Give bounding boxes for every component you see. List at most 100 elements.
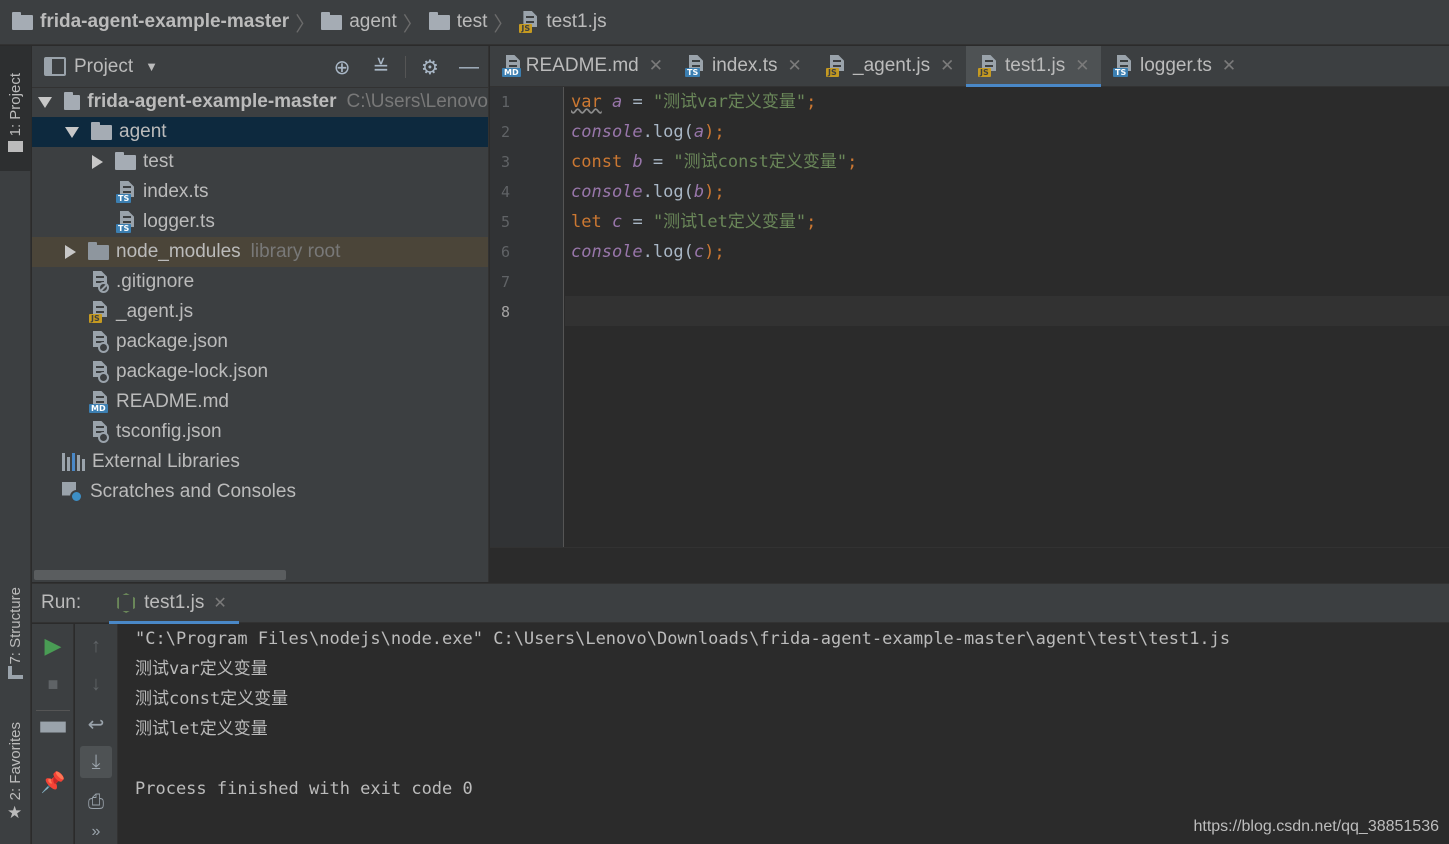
- breadcrumb-label: frida-agent-example-master: [40, 11, 290, 32]
- hide-icon[interactable]: —: [456, 54, 482, 80]
- close-icon[interactable]: ✕: [1222, 56, 1236, 76]
- nodejs-icon: [117, 593, 136, 613]
- breadcrumb-item-file[interactable]: JS test1.js: [519, 11, 607, 33]
- tree-item-package-lock-json[interactable]: package-lock.json: [32, 357, 488, 387]
- tab-project[interactable]: 1: Project: [0, 46, 31, 171]
- chevron-down-icon[interactable]: ▼: [145, 59, 158, 74]
- editor-footer: [490, 547, 1449, 582]
- code-line-5: let c = "测试let定义变量";: [571, 212, 817, 232]
- tree-item-node-modules[interactable]: node_modules library root: [32, 237, 488, 267]
- json-file-icon: [89, 421, 109, 443]
- code-line-3: const b = "测试const定义变量";: [571, 152, 858, 172]
- tree-item-agent-js[interactable]: JS _agent.js: [32, 297, 488, 327]
- tab-favorites-label: 2: Favorites: [7, 721, 24, 801]
- breadcrumb-separator: 〉: [493, 13, 514, 36]
- folder-icon: [8, 141, 23, 152]
- gear-icon[interactable]: ⚙: [417, 54, 443, 80]
- pin-icon[interactable]: 📌: [37, 766, 69, 798]
- close-icon[interactable]: ✕: [787, 56, 801, 76]
- tree-item-label: .gitignore: [116, 271, 195, 292]
- tree-item-label: logger.ts: [143, 211, 215, 232]
- more-icon[interactable]: »: [80, 816, 112, 844]
- tree-item-label: External Libraries: [92, 451, 240, 472]
- line-number: 2: [500, 123, 510, 141]
- tree-item-label: agent: [119, 121, 167, 142]
- project-panel-title[interactable]: Project: [74, 56, 133, 78]
- tree-item-gitignore[interactable]: .gitignore: [32, 267, 488, 297]
- tree-item-external-libraries[interactable]: External Libraries: [32, 447, 488, 477]
- arrow-up-icon[interactable]: ↑: [80, 630, 112, 662]
- collapse-arrow-icon[interactable]: [65, 245, 76, 259]
- tab-readme[interactable]: MD README.md ✕: [490, 46, 673, 86]
- expand-arrow-icon[interactable]: [65, 126, 79, 138]
- breadcrumb-label: test1.js: [546, 11, 607, 32]
- tree-item-logger-ts[interactable]: TS logger.ts: [32, 207, 488, 237]
- watermark: https://blog.csdn.net/qq_38851536: [1193, 818, 1439, 835]
- current-line-highlight: [565, 296, 1449, 326]
- tab-label: logger.ts: [1140, 55, 1212, 76]
- json-file-icon: [89, 361, 109, 383]
- ts-file-icon: TS: [116, 181, 136, 203]
- console-line: Process finished with exit code 0: [135, 779, 473, 799]
- close-icon[interactable]: ✕: [649, 56, 663, 76]
- locate-icon[interactable]: ⊕: [329, 54, 355, 80]
- console-output[interactable]: [118, 624, 1449, 844]
- console-line: 测试const定义变量: [135, 689, 289, 709]
- breadcrumb-item-test[interactable]: test: [428, 11, 488, 33]
- stop-icon[interactable]: ■: [37, 668, 69, 700]
- tab-agent-js[interactable]: JS _agent.js ✕: [814, 46, 966, 86]
- tab-index-ts[interactable]: TS index.ts ✕: [673, 46, 814, 86]
- close-icon[interactable]: ✕: [940, 56, 954, 76]
- scroll-to-end-icon[interactable]: ⤓: [80, 746, 112, 778]
- code-line-4: console.log(b);: [571, 182, 725, 202]
- tree-item-agent[interactable]: agent: [32, 117, 488, 147]
- run-panel-header: Run: test1.js ✕: [32, 583, 1449, 624]
- line-number-gutter: 1 2 3 4 5 6 7 8: [490, 87, 564, 547]
- line-number: 4: [500, 183, 510, 201]
- rerun-icon[interactable]: ▶: [37, 630, 69, 662]
- close-icon[interactable]: ✕: [1075, 56, 1089, 76]
- tree-item-tsconfig[interactable]: tsconfig.json: [32, 417, 488, 447]
- line-number: 3: [500, 153, 510, 171]
- tree-item-package-json[interactable]: package.json: [32, 327, 488, 357]
- ignore-file-icon: [89, 271, 109, 293]
- tab-test1-js[interactable]: JS test1.js ✕: [966, 46, 1101, 87]
- tab-favorites[interactable]: 2: Favorites: [0, 711, 31, 811]
- run-toolbar-primary: ▶ ■ ▀▀ 📌: [32, 624, 74, 844]
- tab-logger-ts[interactable]: TS logger.ts ✕: [1101, 46, 1251, 86]
- soft-wrap-icon[interactable]: ↩: [80, 708, 112, 740]
- collapse-arrow-icon[interactable]: [92, 155, 103, 169]
- tree-item-label: frida-agent-example-master: [87, 91, 337, 112]
- layout-icon[interactable]: ▀▀: [37, 716, 69, 748]
- console-line: 测试let定义变量: [135, 719, 268, 739]
- tree-item-test[interactable]: test: [32, 147, 488, 177]
- breadcrumb-item-root[interactable]: frida-agent-example-master: [12, 11, 289, 33]
- tree-item-root[interactable]: frida-agent-example-master C:\Users\Leno…: [32, 87, 488, 117]
- close-icon[interactable]: ✕: [213, 593, 226, 613]
- star-icon: ★: [7, 803, 23, 822]
- line-number: 5: [500, 213, 510, 231]
- line-number: 7: [500, 273, 510, 291]
- print-icon[interactable]: ⎙: [80, 786, 112, 818]
- breadcrumb-label: test: [456, 11, 488, 32]
- ts-file-icon: TS: [685, 55, 705, 77]
- tree-item-hint: library root: [250, 241, 341, 262]
- run-tab[interactable]: test1.js ✕: [109, 584, 239, 624]
- json-file-icon: [89, 331, 109, 353]
- md-file-icon: MD: [502, 55, 521, 77]
- breadcrumb-item-agent[interactable]: agent: [321, 11, 397, 33]
- folder-icon: [64, 91, 81, 110]
- tree-item-hint: C:\Users\Lenovo: [346, 91, 488, 112]
- tree-item-index-ts[interactable]: TS index.ts: [32, 177, 488, 207]
- structure-icon: [8, 666, 23, 679]
- breadcrumb: frida-agent-example-master 〉 agent 〉 tes…: [0, 0, 1449, 45]
- horizontal-scrollbar[interactable]: [34, 570, 286, 580]
- folder-icon: [88, 241, 109, 260]
- collapse-all-icon[interactable]: ≚: [368, 54, 394, 80]
- expand-arrow-icon[interactable]: [38, 96, 52, 108]
- tab-label: index.ts: [712, 55, 778, 76]
- tree-item-scratches[interactable]: Scratches and Consoles: [32, 477, 488, 507]
- arrow-down-icon[interactable]: ↓: [80, 668, 112, 700]
- tree-item-readme[interactable]: MD README.md: [32, 387, 488, 417]
- md-file-icon: MD: [89, 391, 109, 413]
